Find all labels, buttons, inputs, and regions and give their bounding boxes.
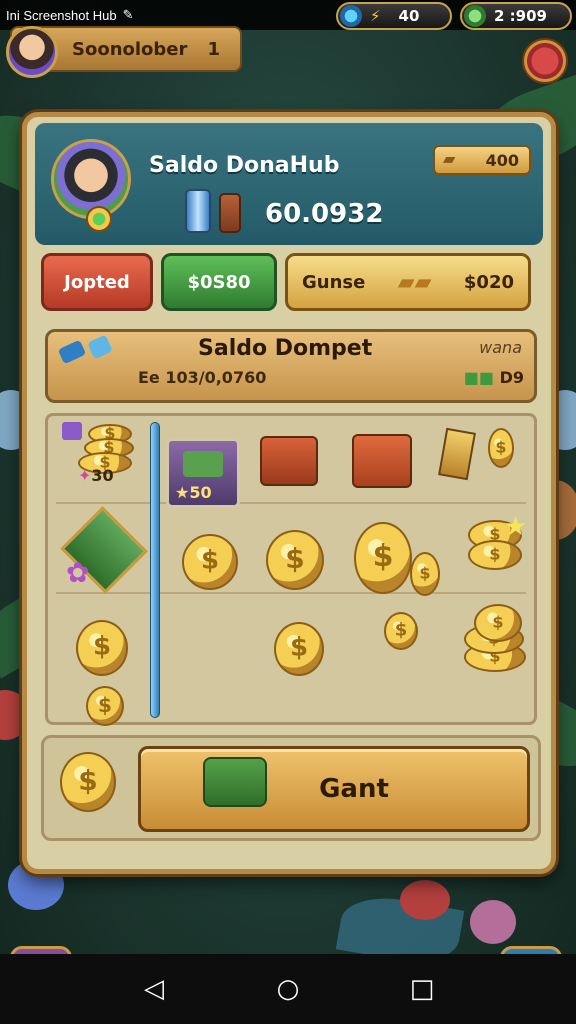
coin-item[interactable] [274, 622, 324, 676]
row-divider [56, 592, 526, 594]
coin-item[interactable] [266, 530, 324, 590]
wallet-subtitle: Ee 103/0,0760 [138, 368, 267, 387]
player-name: Soonolober [72, 38, 188, 60]
coin-icon [474, 604, 522, 642]
balance-value: 60.0932 [265, 199, 384, 229]
panel-header: Saldo DonaHub 60.0932 ▰ 400 [35, 123, 543, 245]
avatar[interactable] [6, 26, 58, 78]
screenshot-icon: ✎ [122, 7, 134, 23]
item-grid: ✦30 ★50 ✿ ★ [45, 413, 537, 726]
gem-counter[interactable]: ⚡ 40 [336, 2, 452, 30]
gold-bars-icon: ▰▰ [397, 269, 432, 295]
gift-icon [203, 757, 267, 807]
player-level: 1 [207, 38, 220, 60]
tab-label: Jopted [64, 271, 130, 293]
wallet-right-label: wana [479, 338, 522, 357]
panel-title: Saldo DonaHub [149, 153, 340, 178]
wallet-panel: Saldo DonaHub 60.0932 ▰ 400 Jopted $0S80… [22, 112, 556, 874]
star-icon: ★ [504, 512, 528, 542]
gem-box-icon [62, 422, 82, 440]
chest-item[interactable] [352, 434, 412, 488]
wallet-right-value: ■■ D9 [463, 368, 524, 387]
rock-decoration [470, 900, 516, 944]
chip-counter[interactable]: ▰ 400 [433, 145, 531, 175]
coin-item[interactable] [410, 552, 440, 596]
tab-label: $0S80 [187, 271, 251, 293]
cash-icon [183, 451, 223, 477]
rock-decoration [400, 880, 450, 920]
gant-button-label: Gant [319, 774, 389, 804]
coin-item[interactable] [354, 522, 412, 594]
tab-gunse[interactable]: Gunse ▰▰ $020 [285, 253, 531, 311]
gem-icon [340, 5, 362, 27]
bottom-bar: Gant [41, 735, 541, 841]
tab-jopted[interactable]: Jopted [41, 253, 153, 311]
plus-icon: ⚡ [370, 7, 381, 25]
recent-apps-icon[interactable]: □ [407, 974, 437, 1004]
profile-avatar[interactable] [51, 139, 131, 232]
leaf-icon [464, 5, 486, 27]
chip-value: 400 [485, 150, 519, 170]
wallet-header: Saldo Dompet Ee 103/0,0760 wana ■■ D9 [45, 329, 537, 403]
back-icon[interactable]: ◁ [139, 974, 169, 1004]
coin-item[interactable] [76, 620, 128, 676]
battery-icon [87, 334, 113, 360]
chest-item[interactable] [260, 436, 318, 486]
coin-item[interactable] [182, 534, 238, 590]
wallet-title: Saldo Dompet [198, 336, 373, 361]
gem-count: 40 [398, 7, 420, 25]
coin-item[interactable] [86, 686, 124, 726]
navigation-bar: ◁ ○ □ [0, 954, 576, 1024]
coin-count: 2 :909 [494, 7, 547, 25]
scroll-rail[interactable] [150, 422, 160, 718]
tab-label: Gunse [302, 271, 366, 293]
battery-icon [57, 339, 87, 365]
coin-icon [60, 752, 116, 812]
bottle-icon [219, 193, 241, 233]
home-icon[interactable]: ○ [273, 974, 303, 1004]
slot-value: ★50 [175, 483, 212, 502]
chip-icon: ▰ [443, 149, 456, 168]
slot-value: ✦30 [78, 466, 114, 485]
app-title: Ini Screenshot Hub [6, 7, 117, 23]
row-divider [56, 502, 526, 504]
coin-item[interactable] [384, 612, 418, 650]
coin-icon [468, 540, 522, 570]
tab-value: $020 [463, 271, 514, 293]
green-cubes-icon: ■■ [463, 368, 494, 387]
tab-price[interactable]: $0S80 [161, 253, 277, 311]
menu-button[interactable] [522, 38, 568, 84]
selected-slot[interactable]: ★50 [166, 438, 240, 508]
gant-button[interactable]: Gant [138, 746, 530, 832]
ticket-icon [438, 427, 476, 481]
tab-row: Jopted $0S80 Gunse ▰▰ $020 [41, 253, 541, 311]
badge-icon [86, 206, 112, 232]
flower-icon: ✿ [66, 556, 90, 589]
coin-counter[interactable]: 2 :909 [460, 2, 572, 30]
coin-icon [488, 428, 514, 468]
can-icon [185, 189, 211, 233]
